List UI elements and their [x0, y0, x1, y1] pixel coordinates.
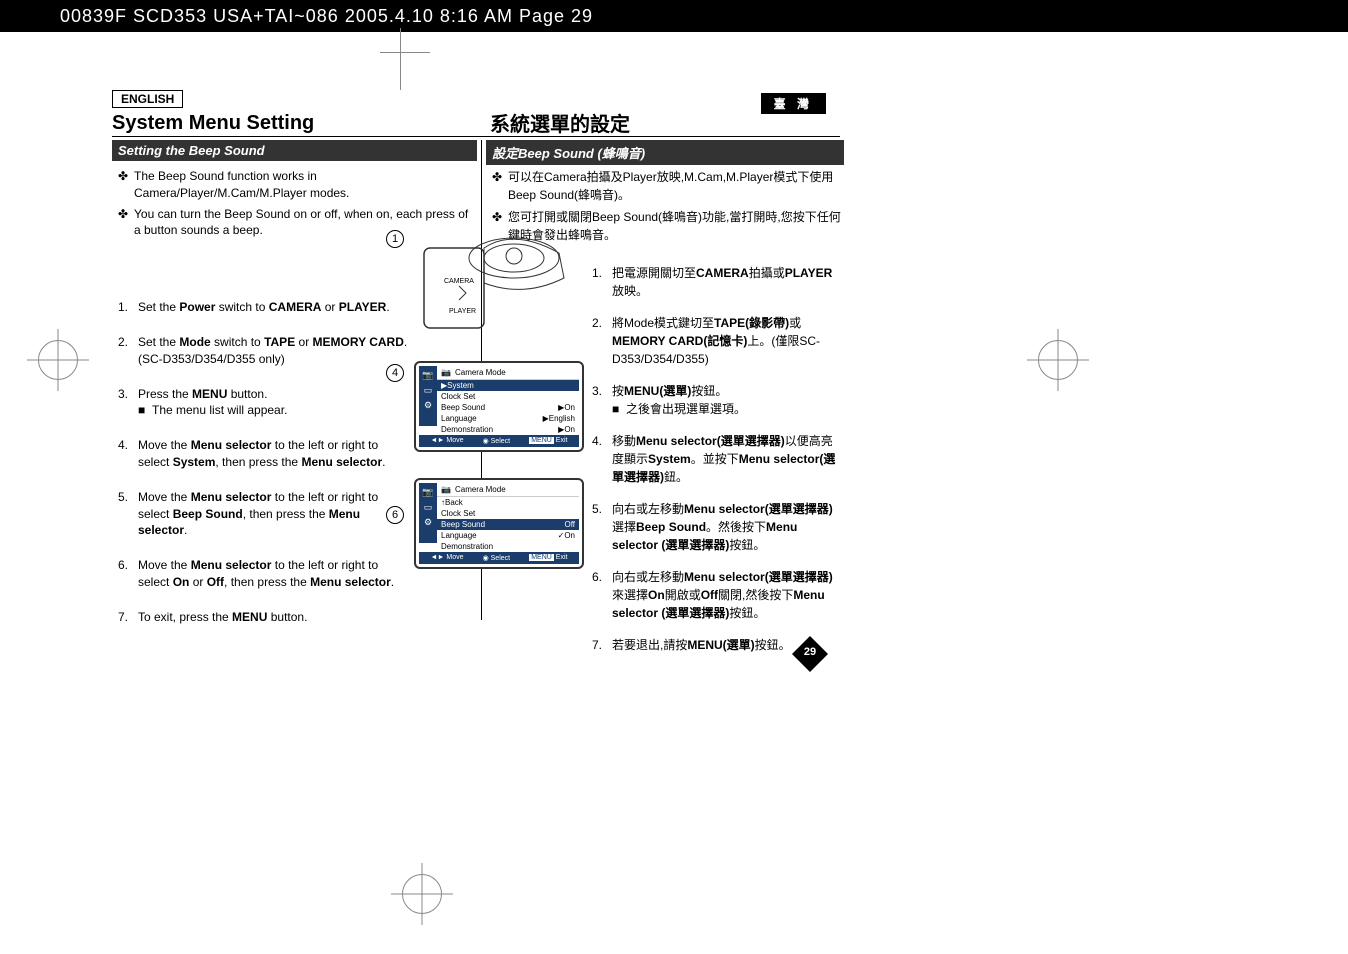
tw-bullet-1: ✤可以在Camera拍攝及Player放映,M.Cam,M.Player模式下使…	[492, 168, 842, 204]
camera-label: CAMERA	[444, 278, 474, 285]
figure-number-6: 6	[386, 506, 404, 524]
gear-icon: ⚙	[424, 517, 432, 528]
tw-step-4: 4.移動Menu selector(選單選擇器)以便高亮度顯示System。並按…	[592, 432, 842, 486]
page-number-badge: 29	[790, 634, 830, 674]
menu-item-clock: Clock Set	[437, 391, 579, 402]
menu-screenshot-1: 📷 ▭ ⚙ 📷 Camera Mode ▶System Clock Set Bee…	[414, 361, 584, 452]
crop-mark-bottom	[402, 874, 452, 924]
en-step-4: 4.Move the Menu selector to the left or …	[118, 437, 408, 471]
en-step-3: 3.Press the MENU button.■The menu list w…	[118, 386, 408, 420]
menu-item-language: Language▶English	[437, 413, 579, 424]
menu-item-language-2: Language✓On	[437, 530, 579, 541]
tw-step-3: 3.按MENU(選單)按鈕。■之後會出現選單選項。	[592, 382, 842, 418]
camera-dial-illustration: CAMERA PLAYER	[414, 228, 584, 348]
figures: 1 CAMERA PLAYER 4 📷 ▭ ⚙ 📷Camera Mode	[414, 228, 584, 569]
menu-item-beep-2: Beep SoundOff	[437, 519, 579, 530]
tw-step-5: 5.向右或左移動Menu selector(選單選擇器)選擇Beep Sound…	[592, 500, 842, 554]
title-chinese: 系統選單的設定	[490, 108, 630, 137]
menu-item-system: ▶System	[437, 380, 579, 391]
tw-step-1: 1.把電源開關切至CAMERA拍攝或PLAYER放映。	[592, 264, 842, 300]
camera-icon: 📷	[422, 370, 433, 381]
player-label: PLAYER	[449, 308, 476, 315]
spine-mark-h	[380, 52, 430, 53]
gear-icon: ⚙	[424, 400, 432, 411]
crop-mark-left	[38, 340, 88, 390]
menu-screenshot-2: 📷 ▭ ⚙ 📷 Camera Mode ↑ Back Clock Set Beep…	[414, 478, 584, 569]
en-bullet-1: ✤The Beep Sound function works in Camera…	[118, 168, 473, 202]
menu-sidebar-icons: 📷 ▭ ⚙	[419, 366, 437, 426]
figure-number-1: 1	[386, 230, 404, 248]
subtitle-english: Setting the Beep Sound	[112, 140, 477, 161]
en-step-6: 6.Move the Menu selector to the left or …	[118, 557, 408, 591]
title-english: System Menu Setting	[112, 112, 314, 135]
title-underline	[112, 136, 840, 137]
header-text: 00839F SCD353 USA+TAI~086 2005.4.10 8:16…	[60, 6, 593, 27]
en-step-7: 7.To exit, press the MENU button.	[118, 609, 408, 626]
lang-english-badge: ENGLISH	[112, 90, 183, 108]
chinese-steps: 1.把電源開關切至CAMERA拍攝或PLAYER放映。 2.將Mode模式鍵切至…	[592, 264, 842, 654]
tw-step-6: 6.向右或左移動Menu selector(選單選擇器)來選擇On開啟或Off關…	[592, 568, 842, 622]
menu-footer: ◄► Move ◉ Select MENU Exit	[419, 435, 579, 447]
menu-item-demo: Demonstration▶On	[437, 424, 579, 435]
menu-title-2: Camera Mode	[455, 485, 506, 494]
menu-footer-2: ◄► Move ◉ Select MENU Exit	[419, 552, 579, 564]
tape-icon: ▭	[424, 385, 433, 396]
menu-item-beep: Beep Sound▶On	[437, 402, 579, 413]
lang-taiwan-badge: 臺 灣	[761, 93, 826, 114]
figure-number-4: 4	[386, 364, 404, 382]
menu-title: Camera Mode	[455, 368, 506, 377]
en-step-5: 5.Move the Menu selector to the left or …	[118, 489, 408, 539]
menu-item-demo-2: Demonstration	[437, 541, 579, 552]
menu-sidebar-icons-2: 📷 ▭ ⚙	[419, 483, 437, 543]
file-header: 00839F SCD353 USA+TAI~086 2005.4.10 8:16…	[0, 0, 1348, 32]
camera-icon: 📷	[422, 487, 433, 498]
tw-step-2: 2.將Mode模式鍵切至TAPE(錄影帶)或MEMORY CARD(記憶卡)上。…	[592, 314, 842, 368]
en-step-2: 2.Set the Mode switch to TAPE or MEMORY …	[118, 334, 408, 368]
menu-item-back: ↑ Back	[437, 497, 579, 508]
tape-icon: ▭	[424, 502, 433, 513]
spine-mark-v	[400, 28, 401, 90]
crop-mark-right	[1038, 340, 1088, 390]
menu-item-clock-2: Clock Set	[437, 508, 579, 519]
en-step-1: 1.Set the Power switch to CAMERA or PLAY…	[118, 299, 408, 316]
subtitle-chinese: 設定Beep Sound (蜂鳴音)	[486, 140, 844, 165]
